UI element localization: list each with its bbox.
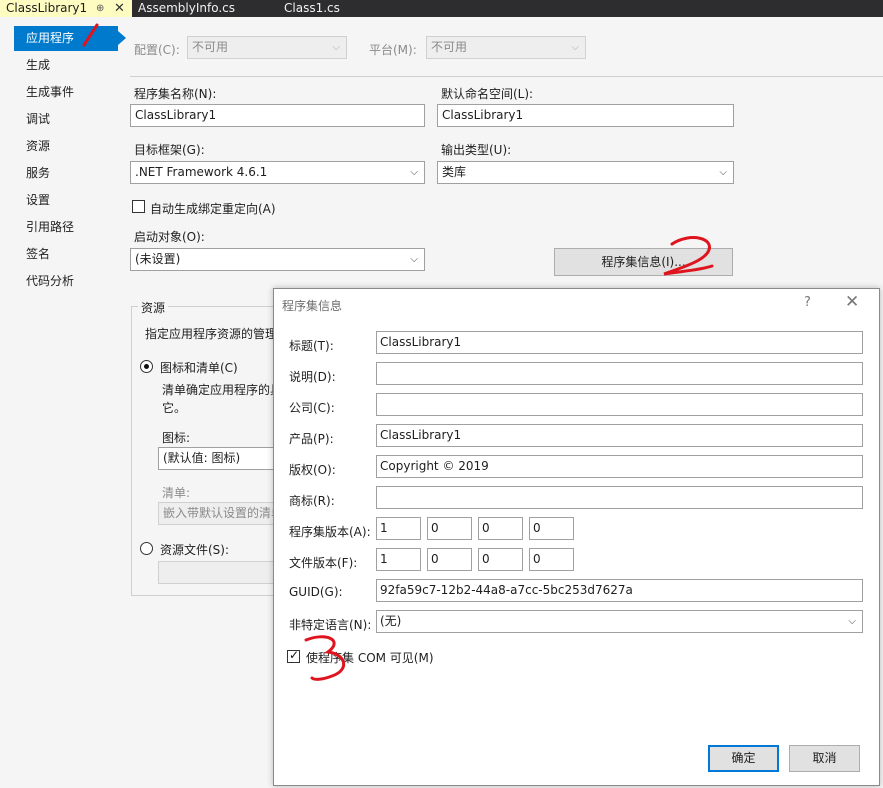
sidebar-item-signing[interactable]: 签名 [0,242,118,267]
company-label: 公司(C): [289,401,335,415]
file-version-major[interactable]: 1 [376,548,421,571]
startup-object-label: 启动对象(O): [134,230,205,244]
icon-value: (默认值: 图标) [163,451,241,465]
resources-group-label: 资源 [138,299,169,316]
pin-icon[interactable]: ⊕ [96,0,104,17]
auto-binding-label: 自动生成绑定重定向(A) [150,202,276,216]
divider [130,76,883,77]
chevron-down-icon: ⌵ [332,42,340,53]
assembly-name-label: 程序集名称(N): [134,87,217,101]
startup-object-dropdown[interactable]: (未设置) ⌵ [130,248,425,271]
chevron-down-icon: ⌵ [410,254,418,265]
platform-value: 不可用 [431,40,468,54]
sidebar-item-reference-paths[interactable]: 引用路径 [0,215,118,240]
title-input[interactable]: ClassLibrary1 [376,331,863,354]
output-type-dropdown[interactable]: 类库 ⌵ [437,161,734,184]
chevron-down-icon: ⌵ [571,42,579,53]
config-label: 配置(C): [134,43,180,57]
cancel-button[interactable]: 取消 [789,745,860,772]
sidebar-item-settings[interactable]: 设置 [0,188,118,213]
com-visible-label: 使程序集 COM 可见(M) [306,651,434,665]
icon-manifest-desc-1: 清单确定应用程序的具 [162,383,283,397]
close-icon[interactable]: ✕ [114,0,125,17]
neutral-language-label: 非特定语言(N): [289,618,372,632]
ok-button[interactable]: 确定 [708,745,779,772]
guid-input[interactable]: 92fa59c7-12b2-44a8-a7cc-5bc253d7627a [376,579,863,602]
assembly-version-build[interactable]: 0 [478,517,523,540]
icon-dropdown[interactable]: (默认值: 图标) [158,447,278,470]
sidebar-item-debug[interactable]: 调试 [0,107,118,132]
product-label: 产品(P): [289,432,334,446]
close-icon[interactable]: ✕ [845,292,859,312]
resource-file-radio[interactable] [140,542,153,555]
default-namespace-label: 默认命名空间(L): [441,87,534,101]
company-input[interactable] [376,393,863,416]
document-tab-strip: ClassLibrary1 ⊕ ✕ AssemblyInfo.cs Class1… [0,0,883,17]
project-properties-nav: 应用程序 生成 生成事件 调试 资源 服务 设置 引用路径 签名 代码分析 [0,17,126,788]
platform-label: 平台(M): [369,43,417,57]
icon-manifest-desc-2: 它。 [162,401,187,415]
config-dropdown[interactable]: 不可用 ⌵ [187,36,347,59]
sidebar-item-build-events[interactable]: 生成事件 [0,80,118,105]
tab-class1[interactable]: Class1.cs [278,0,346,17]
config-value: 不可用 [192,40,229,54]
assembly-name-input[interactable]: ClassLibrary1 [130,104,425,127]
assembly-version-minor[interactable]: 0 [427,517,472,540]
assembly-version-major[interactable]: 1 [376,517,421,540]
assembly-version-label: 程序集版本(A): [289,525,371,539]
sidebar-item-build[interactable]: 生成 [0,53,118,78]
assembly-version-revision[interactable]: 0 [529,517,574,540]
chevron-down-icon: ⌵ [719,167,727,178]
copyright-input[interactable]: Copyright © 2019 [376,455,863,478]
neutral-language-dropdown[interactable]: (无) ⌵ [376,610,863,633]
trademark-input[interactable] [376,486,863,509]
sidebar-item-application[interactable]: 应用程序 [14,26,126,51]
tab-label: AssemblyInfo.cs [138,1,236,15]
manifest-dropdown[interactable]: 嵌入带默认设置的清单 [158,502,278,525]
chevron-down-icon: ⌵ [848,616,856,627]
tab-label: Class1.cs [284,1,340,15]
icon-manifest-radio[interactable] [140,360,153,373]
dialog-title: 程序集信息 [282,299,343,313]
tab-assemblyinfo[interactable]: AssemblyInfo.cs [132,0,241,17]
target-framework-label: 目标框架(G): [134,143,205,157]
description-input[interactable] [376,362,863,385]
tab-label: ClassLibrary1 [6,1,88,15]
sidebar-item-code-analysis[interactable]: 代码分析 [0,269,118,294]
file-version-minor[interactable]: 0 [427,548,472,571]
title-label: 标题(T): [289,339,334,353]
resource-file-label: 资源文件(S): [160,543,230,557]
startup-object-value: (未设置) [135,252,181,266]
neutral-language-value: (无) [380,614,402,628]
help-icon[interactable]: ? [804,295,811,310]
assembly-info-dialog: 程序集信息 ? ✕ 标题(T): ClassLibrary1 说明(D): 公司… [273,288,880,786]
tab-classlibrary1[interactable]: ClassLibrary1 ⊕ ✕ [0,0,132,17]
assembly-info-button[interactable]: 程序集信息(I)... [554,248,733,276]
auto-binding-checkbox[interactable] [132,200,145,213]
icon-manifest-label: 图标和清单(C) [160,361,238,375]
output-type-label: 输出类型(U): [441,143,512,157]
guid-label: GUID(G): [289,585,343,599]
sidebar-item-services[interactable]: 服务 [0,161,118,186]
sidebar-item-resources[interactable]: 资源 [0,134,118,159]
chevron-down-icon: ⌵ [410,167,418,178]
manifest-value: 嵌入带默认设置的清单 [163,506,278,520]
file-version-revision[interactable]: 0 [529,548,574,571]
target-framework-dropdown[interactable]: .NET Framework 4.6.1 ⌵ [130,161,425,184]
platform-dropdown[interactable]: 不可用 ⌵ [426,36,586,59]
manifest-label: 清单: [162,486,191,500]
resource-file-input[interactable] [158,561,278,584]
icon-label: 图标: [162,431,191,445]
description-label: 说明(D): [289,370,336,384]
com-visible-checkbox[interactable] [287,648,300,663]
default-namespace-input[interactable]: ClassLibrary1 [437,104,734,127]
target-framework-value: .NET Framework 4.6.1 [135,165,268,179]
resources-description: 指定应用程序资源的管理 [145,327,278,341]
file-version-build[interactable]: 0 [478,548,523,571]
product-input[interactable]: ClassLibrary1 [376,424,863,447]
trademark-label: 商标(R): [289,494,335,508]
copyright-label: 版权(O): [289,463,336,477]
file-version-label: 文件版本(F): [289,556,358,570]
output-type-value: 类库 [442,165,467,179]
